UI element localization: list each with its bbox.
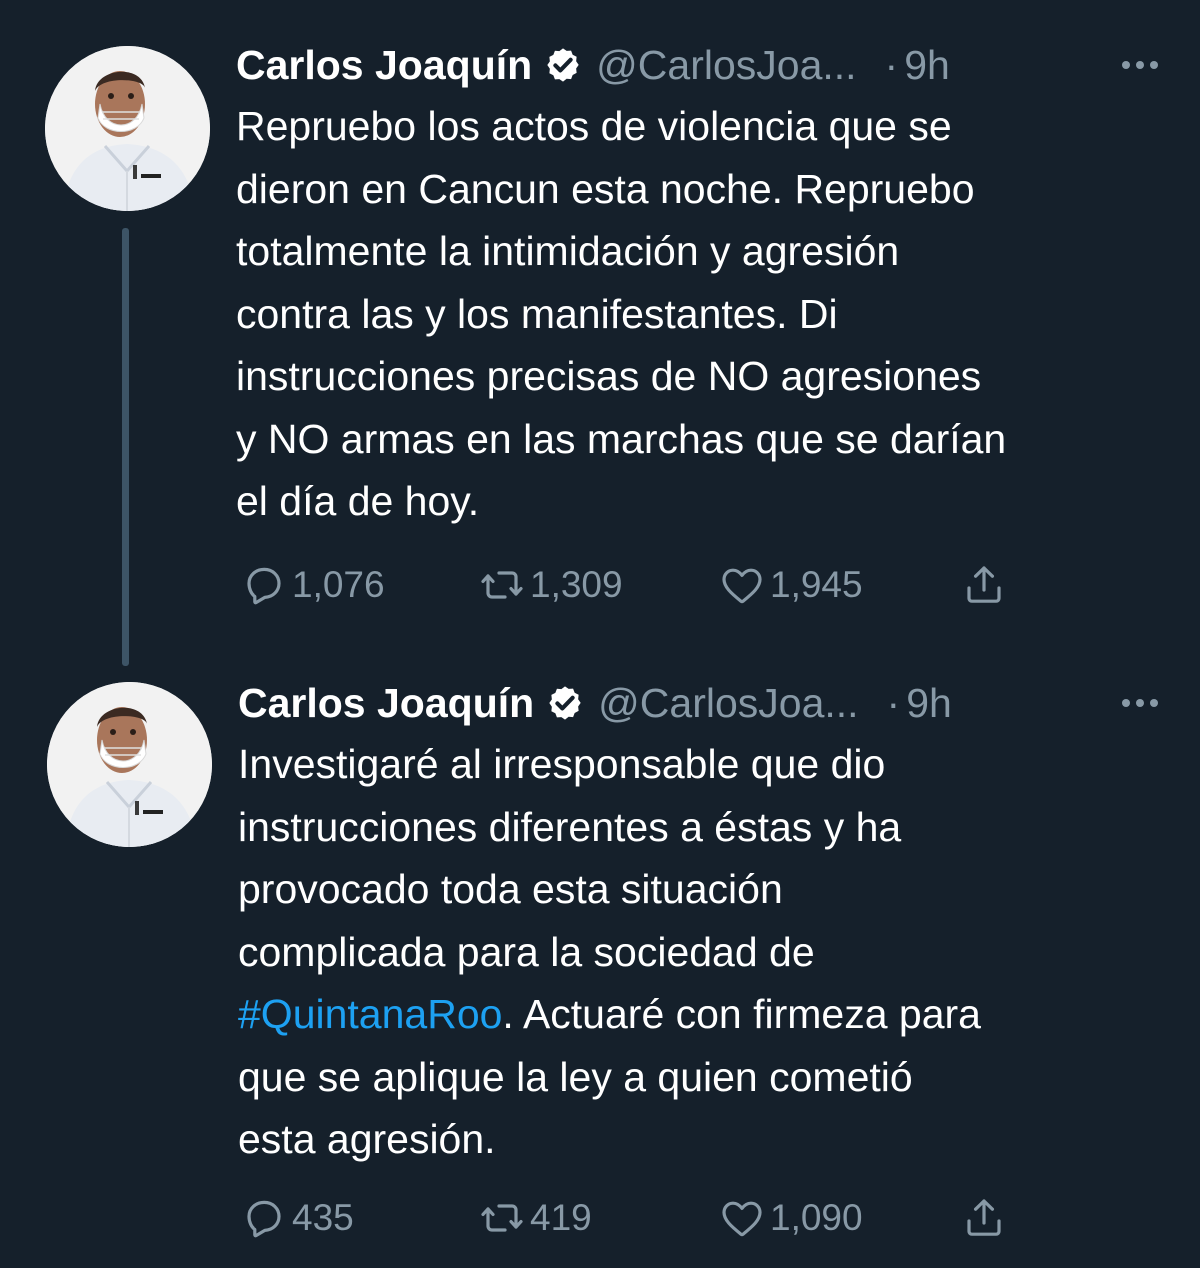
retweet-icon <box>481 571 523 599</box>
tweet-actions: 435 419 1,090 <box>240 1188 1040 1248</box>
reply-count: 1,076 <box>292 564 385 605</box>
tweet[interactable]: Carlos Joaquín @CarlosJoa... · 9h Invest… <box>0 660 1200 1268</box>
verified-badge-icon <box>546 684 584 722</box>
tweet-text-line: Repruebo los actos de violencia que se <box>236 103 952 149</box>
tweet-text-line: y NO armas en las marchas que se darían <box>236 415 1007 462</box>
share-icon <box>967 566 1001 603</box>
like-count: 1,945 <box>770 564 863 605</box>
author-handle[interactable]: @CarlosJoa... <box>596 42 856 89</box>
separator-dot: · <box>884 41 899 88</box>
hashtag-link[interactable]: #QuintanaRoo <box>238 991 502 1037</box>
verified-badge-icon <box>544 46 582 84</box>
share-icon <box>967 1199 1001 1236</box>
retweet-count: 419 <box>530 1197 592 1238</box>
tweet-text-line: totalmente la intimidación y agresión <box>236 228 900 274</box>
reply-button[interactable]: 435 <box>240 1188 354 1248</box>
like-count: 1,090 <box>770 1197 863 1238</box>
tweet-header: Carlos Joaquín @CarlosJoa... · 9h <box>238 678 1160 728</box>
author-handle[interactable]: @CarlosJoa... <box>598 680 858 727</box>
tweet-text: Repruebo los actos de violencia que se d… <box>236 95 1160 533</box>
tweet-text-line: dieron en Cancun esta noche. Repruebo <box>236 165 975 212</box>
tweet-timestamp[interactable]: 9h <box>904 42 950 89</box>
avatar-photo-icon <box>45 46 210 211</box>
author-name[interactable]: Carlos Joaquín <box>238 680 534 727</box>
tweet-header: Carlos Joaquín @CarlosJoa... · 9h <box>236 40 1160 90</box>
more-dots-icon[interactable] <box>1122 40 1158 90</box>
retweet-icon <box>481 1204 523 1232</box>
reply-button[interactable]: 1,076 <box>240 555 385 615</box>
retweet-button[interactable]: 419 <box>478 1188 592 1248</box>
reply-icon <box>247 567 281 605</box>
tweet-text-line: instrucciones diferentes a éstas y ha <box>238 803 902 850</box>
author-avatar[interactable] <box>45 46 210 211</box>
retweet-button[interactable]: 1,309 <box>478 555 623 615</box>
tweet-actions: 1,076 1,309 1,945 <box>240 555 1040 615</box>
tweet-text-line: que se aplique la ley a quien cometió <box>238 1053 913 1100</box>
tweet-text-line: instrucciones precisas de NO agresiones <box>236 353 982 399</box>
author-name[interactable]: Carlos Joaquín <box>236 42 532 89</box>
tweet-thread: Carlos Joaquín @CarlosJoa... · 9h Reprue… <box>0 0 1200 1268</box>
avatar-photo-icon <box>47 682 212 847</box>
heart-icon <box>722 1201 762 1237</box>
tweet-text-line: el día de hoy. <box>236 478 480 524</box>
tweet-text-line: esta agresión. <box>238 1116 496 1162</box>
reply-icon <box>247 1200 281 1238</box>
heart-icon <box>722 568 762 604</box>
tweet-text-line: Investigaré al irresponsable que dio <box>238 741 886 787</box>
separator-dot: · <box>886 679 901 726</box>
reply-count: 435 <box>292 1197 354 1238</box>
like-button[interactable]: 1,090 <box>718 1188 863 1248</box>
tweet[interactable]: Carlos Joaquín @CarlosJoa... · 9h Reprue… <box>0 0 1200 660</box>
tweet-timestamp[interactable]: 9h <box>906 680 952 727</box>
tweet-text-line: provocado toda esta situación <box>238 866 783 912</box>
tweet-text-line: complicada para la sociedad de <box>238 928 815 975</box>
like-button[interactable]: 1,945 <box>718 555 863 615</box>
share-button[interactable] <box>960 1188 1012 1248</box>
more-dots-icon[interactable] <box>1122 678 1158 728</box>
tweet-text-line: #QuintanaRoo. Actuaré con firmeza para <box>238 983 1160 1046</box>
tweet-text: Investigaré al irresponsable que dio ins… <box>238 733 1160 1171</box>
retweet-count: 1,309 <box>530 564 623 605</box>
tweet-text-line: contra las y los manifestantes. Di <box>236 290 838 337</box>
tweet-text-fragment: . Actuaré con firmeza para <box>502 991 981 1037</box>
share-button[interactable] <box>960 555 1012 615</box>
author-avatar[interactable] <box>47 682 212 847</box>
